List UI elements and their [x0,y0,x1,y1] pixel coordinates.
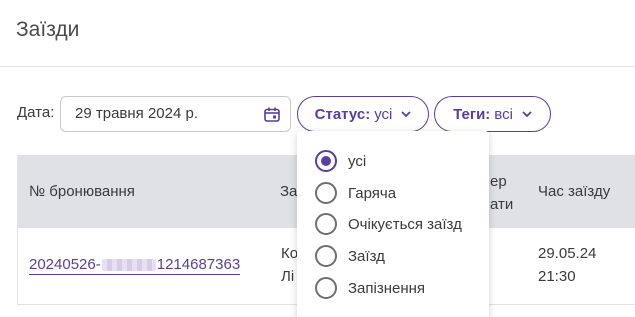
checkin-clock: 21:30 [538,268,576,285]
header-room-line2: ати [490,196,514,213]
status-option-all[interactable]: усі [315,150,366,172]
chevron-down-icon [522,110,532,117]
status-filter-value: усі [374,105,393,123]
booking-number-link[interactable]: 20240526- 1214687363 [29,256,241,275]
guest-name-line2: Лі [281,268,295,285]
date-value: 29 травня 2024 р. [75,105,198,122]
header-guest[interactable]: За [280,183,297,200]
booking-number-prefix: 20240526- [29,256,101,273]
chevron-down-icon [401,110,411,117]
status-option-label: Запізнення [348,279,426,297]
header-checkin-time[interactable]: Час заїзду [538,183,610,200]
radio-icon[interactable] [315,245,337,267]
title-divider [0,66,635,67]
checkin-date: 29.05.24 [538,245,597,262]
date-filter-label: Дата: [17,104,55,121]
status-option-label: Заїзд [348,247,385,265]
header-booking-number[interactable]: № бронювання [29,183,135,200]
status-dropdown-menu: усі Гаряча Очікується заїзд Заїзд Запізн… [297,131,489,317]
radio-selected-icon[interactable] [315,150,337,172]
tags-filter-value: всі [494,105,513,123]
radio-icon[interactable] [315,182,337,204]
header-room-line1: ер [490,173,507,190]
status-option-label: Очікується заїзд [348,215,462,233]
date-picker-field[interactable]: 29 травня 2024 р. [60,96,291,132]
page-title: Заїзди [16,18,80,41]
status-option-late[interactable]: Запізнення [315,277,425,299]
status-option-hot[interactable]: Гаряча [315,182,396,204]
status-option-label: Гаряча [348,184,397,202]
booking-number-suffix: 1214687363 [156,256,241,273]
status-option-checkin[interactable]: Заїзд [315,245,385,267]
guest-name-line1: Ко [281,245,299,262]
status-option-expected[interactable]: Очікується заїзд [315,213,462,235]
status-option-label: усі [348,152,367,170]
tags-filter-key: Теги: [453,105,491,123]
radio-icon[interactable] [315,277,337,299]
calendar-icon[interactable] [264,107,280,122]
tags-filter-button[interactable]: Теги: всі [434,96,551,132]
redacted-segment [101,259,156,272]
radio-icon[interactable] [315,213,337,235]
status-filter-button[interactable]: Статус: усі [297,96,429,132]
status-filter-key: Статус: [314,105,371,123]
